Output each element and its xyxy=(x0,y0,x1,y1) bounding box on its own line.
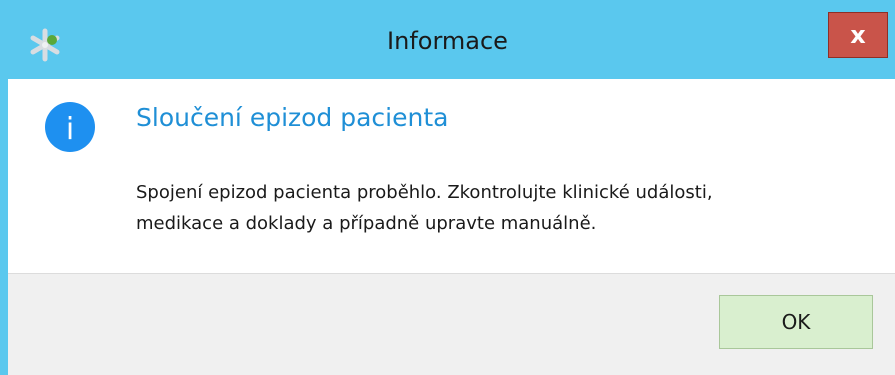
info-icon-glyph: i xyxy=(66,112,74,147)
message-body: Spojení epizod pacienta proběhlo. Zkontr… xyxy=(136,177,856,239)
message-line-2: medikace a doklady a případně upravte ma… xyxy=(136,213,597,234)
dialog-window: Informace x i Sloučení epizod pacienta S… xyxy=(0,0,895,375)
info-icon: i xyxy=(45,102,95,152)
title-bar[interactable]: Informace x xyxy=(0,0,895,79)
message-line-1: Spojení epizod pacienta proběhlo. Zkontr… xyxy=(136,182,713,203)
window-title: Informace xyxy=(387,27,508,55)
message-heading: Sloučení epizod pacienta xyxy=(136,103,449,132)
dialog-content: i Sloučení epizod pacienta Spojení epizo… xyxy=(8,79,895,273)
ok-button[interactable]: OK xyxy=(719,295,873,349)
button-bar: OK xyxy=(8,273,895,375)
close-icon: x xyxy=(850,21,866,49)
close-button[interactable]: x xyxy=(828,12,888,58)
